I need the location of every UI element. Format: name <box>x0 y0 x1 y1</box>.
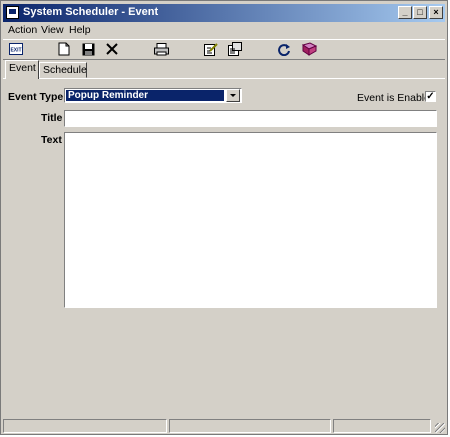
status-pane-3 <box>333 419 431 433</box>
event-type-select[interactable]: Popup Reminder <box>64 88 242 103</box>
close-button[interactable]: × <box>429 6 443 19</box>
app-icon <box>6 6 19 19</box>
help-book-icon[interactable] <box>301 41 317 57</box>
resize-grip-icon[interactable] <box>435 423 445 433</box>
properties-icon[interactable] <box>227 41 243 57</box>
menu-action[interactable]: Action <box>8 24 37 36</box>
chevron-down-icon[interactable] <box>226 89 240 102</box>
refresh-icon[interactable] <box>276 41 292 57</box>
menu-view[interactable]: View <box>41 24 64 36</box>
edit-icon[interactable] <box>203 41 219 57</box>
exit-icon[interactable]: EXIT <box>8 41 24 57</box>
save-icon[interactable] <box>80 41 96 57</box>
title-field[interactable] <box>64 110 437 127</box>
event-enabled-checkbox[interactable]: ✓ <box>425 91 436 102</box>
event-type-value: Popup Reminder <box>66 90 224 101</box>
window-title: System Scheduler - Event <box>23 6 159 18</box>
tab-strip: Event Schedule <box>3 60 445 79</box>
exit-icon-text: EXIT <box>10 48 21 54</box>
status-pane-1 <box>3 419 167 433</box>
delete-icon[interactable] <box>104 41 120 57</box>
title-bar[interactable]: System Scheduler - Event _ □ × <box>3 4 445 22</box>
text-label: Text <box>41 134 62 146</box>
new-icon[interactable] <box>56 41 72 57</box>
title-label: Title <box>41 112 63 124</box>
maximize-button[interactable]: □ <box>413 6 427 19</box>
event-type-label: Event Type <box>8 91 64 103</box>
minimize-button[interactable]: _ <box>398 6 412 19</box>
tab-schedule[interactable]: Schedule <box>39 62 87 78</box>
status-bar <box>3 419 445 433</box>
scheduler-window: System Scheduler - Event _ □ × Action Vi… <box>0 0 448 435</box>
toolbar: EXIT <box>3 39 445 60</box>
text-area[interactable] <box>64 132 437 308</box>
status-pane-2 <box>169 419 331 433</box>
tab-event[interactable]: Event <box>5 60 39 79</box>
menu-bar: Action View Help <box>3 23 445 38</box>
print-icon[interactable] <box>153 41 169 57</box>
menu-help[interactable]: Help <box>69 24 91 36</box>
event-enabled-label: Event is Enabled <box>357 92 436 104</box>
